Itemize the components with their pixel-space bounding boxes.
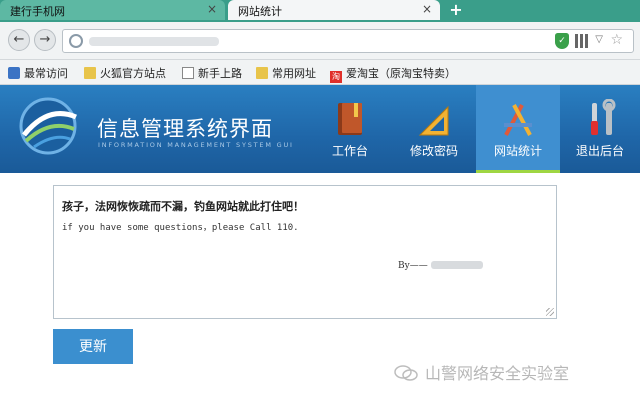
book-icon (338, 103, 362, 135)
tab-label: 建行手机网 (10, 5, 65, 18)
star-icon[interactable]: ☆ (610, 32, 623, 48)
globe-icon (69, 34, 83, 48)
bookmark-label: 爱淘宝（原淘宝特卖） (346, 67, 456, 80)
app-header: 信息管理系统界面 INFORMATION MANAGEMENT SYSTEM G… (0, 85, 640, 173)
page-icon (182, 67, 194, 79)
bookmark-label: 最常访问 (24, 67, 68, 80)
new-tab-button[interactable]: + (446, 1, 466, 20)
bookmark-firefox-official[interactable]: 火狐官方站点 (84, 65, 166, 81)
bookmark-label: 新手上路 (198, 67, 242, 80)
gear-icon (8, 67, 20, 79)
tab-bar: 建行手机网 × 网站统计 × + (0, 0, 640, 22)
navigation-bar: ← → ✓ ▽ ☆ (0, 22, 640, 60)
chevron-down-icon[interactable]: ▽ (595, 34, 603, 45)
message-line-english: if you have some questions，please Call 1… (62, 223, 299, 233)
close-icon[interactable]: × (422, 2, 432, 16)
blurred-name (430, 261, 483, 269)
back-button[interactable]: ← (8, 29, 30, 51)
nav-label: 退出后台 (575, 144, 624, 158)
qr-code-icon[interactable] (575, 34, 589, 48)
ruler-triangle-icon (418, 105, 449, 136)
bookmarks-bar: 最常访问 火狐官方站点 新手上路 常用网址 淘爱淘宝（原淘宝特卖） (0, 60, 640, 85)
nav-site-stats[interactable]: 网站统计 (476, 85, 560, 173)
nav-change-password[interactable]: 修改密码 (392, 85, 476, 173)
signature-prefix: By—— (398, 261, 428, 271)
shield-icon[interactable]: ✓ (555, 33, 569, 49)
bookmark-common-sites[interactable]: 常用网址 (256, 65, 316, 81)
resize-grip-icon[interactable] (546, 308, 554, 316)
tab-label: 网站统计 (238, 5, 282, 18)
nav-exit-admin[interactable]: 退出后台 (560, 85, 640, 173)
tools-icon (504, 104, 532, 136)
bookmark-ai-taobao[interactable]: 淘爱淘宝（原淘宝特卖） (330, 65, 456, 83)
nav-label: 修改密码 (409, 144, 458, 158)
wechat-icon (394, 365, 418, 381)
tab-ccb-mobile[interactable]: 建行手机网 × (0, 0, 225, 20)
watermark: 山警网络安全实验室 (393, 360, 569, 384)
blurred-url (89, 37, 219, 46)
nav-workbench[interactable]: 工作台 (308, 85, 392, 173)
bookmark-most-visited[interactable]: 最常访问 (8, 65, 68, 81)
tab-site-stats[interactable]: 网站统计 × (228, 0, 440, 20)
watermark-text: 山警网络安全实验室 (425, 364, 570, 383)
bookmark-label: 常用网址 (272, 67, 316, 80)
nav-label: 工作台 (331, 144, 368, 158)
close-icon[interactable]: × (207, 2, 217, 16)
message-line-warning: 孩子，法网恢恢疏而不漏，钓鱼网站就此打住吧！ (62, 200, 304, 213)
app-logo (19, 97, 77, 155)
folder-icon (84, 67, 96, 79)
message-signature: By—— (398, 261, 483, 271)
bookmark-label: 火狐官方站点 (100, 67, 166, 80)
bookmark-getting-started[interactable]: 新手上路 (182, 65, 242, 81)
taobao-icon: 淘 (330, 71, 342, 83)
address-bar[interactable]: ✓ ▽ ☆ (62, 29, 634, 53)
forward-button[interactable]: → (34, 29, 56, 51)
nav-label: 网站统计 (493, 144, 542, 158)
folder-icon (256, 67, 268, 79)
app-title: 信息管理系统界面 (97, 117, 273, 141)
app-subtitle: INFORMATION MANAGEMENT SYSTEM GUI (98, 141, 294, 149)
update-button[interactable]: 更新 (53, 329, 133, 364)
wrench-screwdriver-icon (591, 99, 616, 135)
message-textarea[interactable]: 孩子，法网恢恢疏而不漏，钓鱼网站就此打住吧！ if you have some … (53, 185, 557, 319)
